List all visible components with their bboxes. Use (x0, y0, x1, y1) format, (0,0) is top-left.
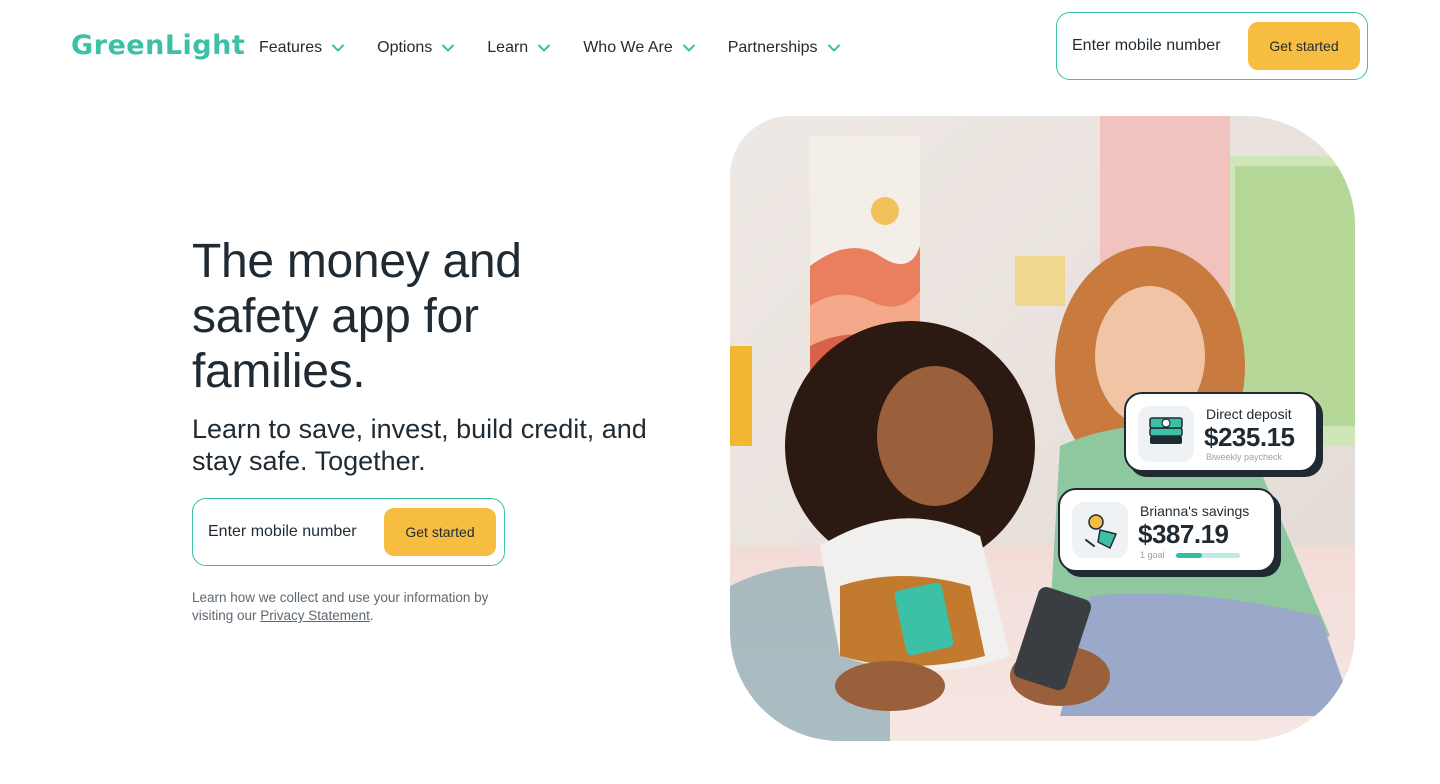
chevron-down-icon (827, 41, 841, 55)
savings-amount: $387.19 (1138, 519, 1229, 549)
nav-item-label: Partnerships (727, 39, 818, 56)
deposit-sub: Biweekly paycheck (1206, 452, 1283, 462)
get-started-button[interactable]: Get started (1248, 22, 1360, 70)
nav-item-label: Learn (487, 39, 529, 56)
privacy-suffix: . (369, 608, 374, 623)
savings-label: Brianna's savings (1140, 503, 1250, 519)
savings-goal-icon (1072, 502, 1128, 558)
nav-item-label: Features (259, 39, 323, 56)
deposit-label: Direct deposit (1206, 406, 1292, 422)
savings-sub: 1 goal (1140, 550, 1165, 560)
nav-item-partnerships[interactable]: Partnerships (728, 36, 841, 60)
nav-item-label: Options (377, 39, 433, 56)
privacy-statement-link[interactable]: Privacy Statement (260, 608, 370, 623)
hero-signup-form: Enter mobile number Get started (192, 498, 505, 566)
chevron-down-icon (331, 41, 345, 55)
deposit-amount: $235.15 (1204, 422, 1295, 452)
nav-item-learn[interactable]: Learn (487, 36, 551, 60)
nav-item-who-we-are[interactable]: Who We Are (583, 36, 696, 60)
chevron-down-icon (682, 41, 696, 55)
hero-title: The money and safety app for families. (192, 235, 522, 398)
mobile-number-input[interactable]: Enter mobile number (1072, 13, 1221, 79)
privacy-notice: Learn how we collect and use your inform… (192, 589, 522, 625)
hero-subtitle: Learn to save, invest, build credit, and… (192, 414, 647, 476)
nav-item-features[interactable]: Features (259, 36, 345, 60)
cash-stack-icon (1138, 406, 1194, 462)
savings-progress-fill (1176, 553, 1202, 558)
greenlight-logo[interactable]: GreenLight (71, 30, 245, 62)
site-header: GreenLight Features Options Learn Who We… (0, 0, 1440, 96)
savings-card: Brianna's savings $387.19 1 goal (1058, 488, 1276, 572)
chevron-down-icon (537, 41, 551, 55)
nav-item-options[interactable]: Options (377, 36, 455, 60)
get-started-button[interactable]: Get started (384, 508, 496, 556)
direct-deposit-card: Direct deposit $235.15 Biweekly paycheck (1124, 392, 1318, 472)
nav-item-label: Who We Are (583, 39, 673, 56)
main-nav: Features Options Learn Who We Are Partne… (259, 36, 873, 60)
savings-progress-bar (1176, 553, 1240, 558)
header-signup-form: Enter mobile number Get started (1056, 12, 1368, 80)
mobile-number-input[interactable]: Enter mobile number (208, 499, 357, 565)
chevron-down-icon (441, 41, 455, 55)
